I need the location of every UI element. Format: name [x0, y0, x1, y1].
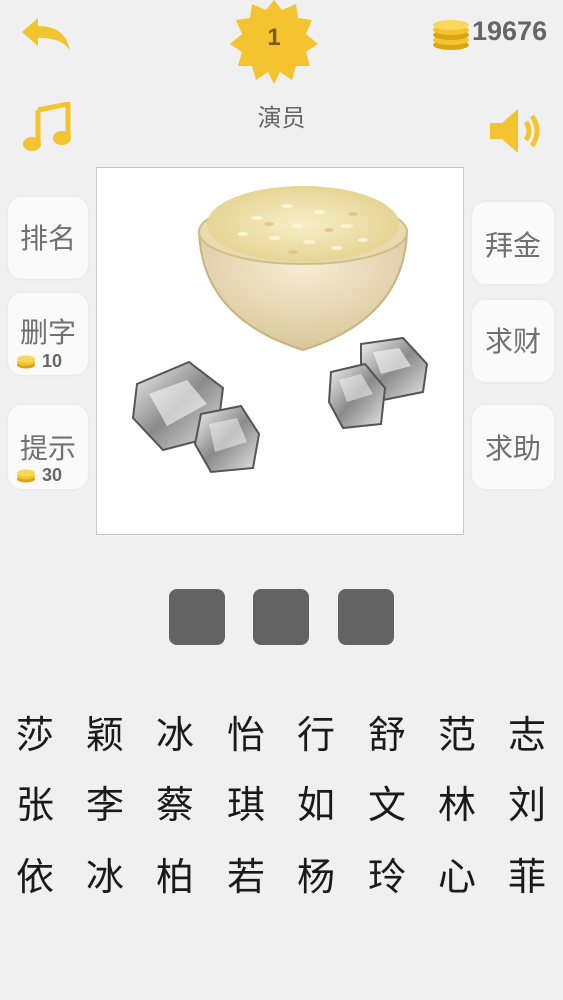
- candidate-char[interactable]: 杨: [281, 844, 351, 910]
- coin-icon: [17, 469, 35, 482]
- candidate-char[interactable]: 冰: [140, 702, 210, 768]
- level-badge: 1: [226, 0, 322, 84]
- hint-label: 提示: [19, 432, 76, 465]
- candidate-char[interactable]: 菲: [492, 844, 562, 910]
- ask-help-button[interactable]: 求助: [472, 405, 554, 489]
- bai-jin-label: 拜金: [484, 229, 541, 262]
- rice-bowl: [197, 186, 409, 352]
- puzzle-image: [96, 167, 464, 535]
- candidate-char[interactable]: 如: [281, 772, 351, 838]
- hint-button[interactable]: 提示 30: [8, 405, 88, 489]
- candidate-char[interactable]: 莎: [0, 702, 70, 768]
- candidate-char[interactable]: 心: [422, 844, 492, 910]
- candidate-char[interactable]: 怡: [211, 702, 281, 768]
- candidate-char[interactable]: 舒: [352, 702, 422, 768]
- music-note-icon: [23, 100, 71, 151]
- candidate-char[interactable]: 林: [422, 772, 492, 838]
- rice-and-ice-illustration: [131, 186, 429, 474]
- candidate-char[interactable]: 志: [492, 702, 562, 768]
- candidate-char[interactable]: 蔡: [140, 772, 210, 838]
- delete-char-cost: 10: [16, 351, 62, 372]
- back-arrow-icon: [22, 18, 70, 50]
- candidate-char[interactable]: 李: [70, 772, 140, 838]
- ranking-label: 排名: [19, 222, 76, 255]
- music-toggle-button[interactable]: [22, 100, 74, 154]
- candidate-char[interactable]: 冰: [70, 844, 140, 910]
- candidate-char[interactable]: 若: [211, 844, 281, 910]
- candidate-char[interactable]: 柏: [140, 844, 210, 910]
- candidate-char[interactable]: 范: [422, 702, 492, 768]
- candidate-char[interactable]: 颖: [70, 702, 140, 768]
- candidate-char[interactable]: 张: [0, 772, 70, 838]
- ranking-button[interactable]: 排名: [8, 197, 88, 279]
- answer-slot-3[interactable]: [338, 589, 394, 645]
- delete-char-button[interactable]: 删字 10: [8, 293, 88, 375]
- candidate-char[interactable]: 依: [0, 844, 70, 910]
- candidate-char[interactable]: 琪: [211, 772, 281, 838]
- ask-help-label: 求助: [484, 432, 541, 465]
- coin-stack-icon: [433, 20, 469, 50]
- sound-toggle-button[interactable]: [488, 106, 546, 156]
- ask-wealth-button[interactable]: 求财: [472, 300, 554, 382]
- delete-char-cost-value: 10: [42, 351, 63, 371]
- candidate-char[interactable]: 玲: [352, 844, 422, 910]
- category-label: 演员: [257, 104, 306, 132]
- back-button[interactable]: [18, 14, 74, 54]
- answer-slot-1[interactable]: [169, 589, 225, 645]
- level-number: 1: [267, 24, 281, 51]
- coin-count: 19676: [472, 16, 548, 46]
- candidate-char[interactable]: 刘: [492, 772, 562, 838]
- coin-counter: 19676: [432, 12, 558, 52]
- speaker-icon: [490, 109, 540, 153]
- answer-slot-2[interactable]: [253, 589, 309, 645]
- bai-jin-button[interactable]: 拜金: [472, 202, 554, 284]
- coin-icon: [17, 355, 35, 368]
- ice-cubes: [131, 336, 429, 474]
- candidate-char[interactable]: 行: [281, 702, 351, 768]
- candidate-char[interactable]: 文: [352, 772, 422, 838]
- hint-cost-value: 30: [42, 465, 63, 485]
- hint-cost: 30: [16, 465, 62, 486]
- delete-char-label: 删字: [19, 316, 76, 349]
- ask-wealth-label: 求财: [484, 325, 541, 358]
